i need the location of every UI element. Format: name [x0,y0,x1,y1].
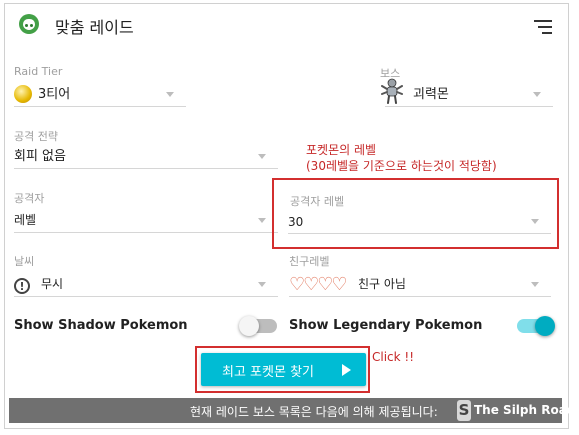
app-header: 맞춤 레이드 [5,4,568,46]
warning-icon: ! [14,278,30,294]
raid-tier-select[interactable]: 3티어 [14,82,186,107]
chevron-down-icon [166,92,174,97]
attack-strategy-select[interactable]: 회피 없음 [14,144,278,169]
footer-bar: 현재 레이드 보스 목록은 다음에 의해 제공됩니다: S The Silph … [9,398,575,423]
pokemon-face-icon [19,14,39,34]
level-annotation-line1: 포켓몬의 레벨 [306,143,377,157]
weather-label: 날씨 [14,255,35,268]
boss-select[interactable]: 괴력몬 [381,78,553,107]
friend-level-label: 친구레벨 [289,255,330,268]
raid-panel: 맞춤 레이드 Raid Tier 3티어 보스 괴력몬 공격 전략 회피 없음 … [4,3,575,429]
footer-text: 현재 레이드 보스 목록은 다음에 의해 제공됩니다: [190,405,438,419]
play-icon [342,364,351,376]
weather-select[interactable]: ! 무시 [14,272,278,297]
attack-strategy-label: 공격 전략 [14,130,58,143]
level-annotation-line2: (30레벨을 기준으로 하는것이 적당함) [306,159,497,173]
chevron-down-icon [258,282,266,287]
raid-tier-value: 3티어 [38,87,71,102]
sort-menu-icon[interactable] [532,19,552,35]
attacker-level-label: 공격자 레벨 [290,195,345,208]
find-button-label: 최고 포켓몬 찾기 [222,365,314,380]
shadow-toggle[interactable] [239,316,277,336]
attacker-value: 레벨 [14,213,37,227]
chevron-down-icon [531,282,539,287]
boss-value: 괴력몬 [413,87,449,102]
chevron-down-icon [258,218,266,223]
attacker-level-value: 30 [288,215,304,229]
machamp-sprite-icon [381,78,403,104]
friend-level-value: 친구 아님 [358,277,406,291]
chevron-down-icon [258,154,266,159]
silph-road-link[interactable]: The Silph Road [474,403,575,417]
chevron-down-icon [533,92,541,97]
raid-egg-icon [14,85,32,103]
attack-strategy-value: 회피 없음 [14,149,66,164]
page-title: 맞춤 레이드 [55,18,134,37]
friend-level-select[interactable]: ♡♡♡♡ 친구 아님 [289,272,551,297]
shadow-toggle-label: Show Shadow Pokemon [14,318,188,333]
chevron-down-icon [531,219,539,224]
legendary-toggle-label: Show Legendary Pokemon [289,318,483,333]
weather-value: 무시 [41,277,64,291]
find-best-pokemon-button[interactable]: 최고 포켓몬 찾기 [201,353,366,386]
attacker-select[interactable]: 레벨 [14,208,278,233]
attacker-level-select[interactable]: 30 [288,209,551,234]
raid-tier-label: Raid Tier [14,65,63,78]
attacker-label: 공격자 [14,192,45,205]
click-annotation: Click !! [372,350,415,364]
legendary-toggle[interactable] [517,316,555,336]
hearts-icon: ♡♡♡♡ [289,274,348,295]
silph-road-logo-icon: S [457,400,471,421]
